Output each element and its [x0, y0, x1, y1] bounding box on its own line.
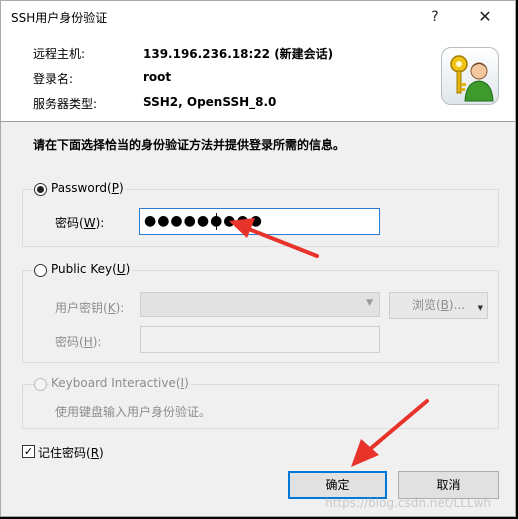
- title-bar: SSH用户身份验证 ? ✕: [1, 1, 515, 33]
- user-key-select[interactable]: ▼: [140, 292, 380, 317]
- publickey-radio-label[interactable]: Public Key(U): [49, 262, 133, 276]
- login-name-label: 登录名:: [33, 72, 74, 86]
- session-info-header: 远程主机: 139.196.236.18:22 (新建会话) 登录名: root…: [1, 33, 515, 121]
- key-password-input[interactable]: [140, 326, 380, 353]
- password-radio-label[interactable]: Password(P): [49, 181, 126, 195]
- header-separator: [1, 121, 515, 122]
- server-type-label: 服务器类型:: [33, 97, 98, 111]
- ok-button[interactable]: 确定: [288, 471, 387, 499]
- password-field-label: 密码(W):: [55, 216, 105, 230]
- login-name-value: root: [143, 70, 172, 84]
- key-user-icon: [441, 47, 499, 105]
- close-icon[interactable]: ✕: [467, 5, 503, 29]
- instruction-text: 请在下面选择恰当的身份验证方法并提供登录所需的信息。: [33, 138, 346, 152]
- check-icon: ✓: [23, 445, 34, 458]
- remote-host-label: 远程主机:: [33, 47, 86, 61]
- password-radio[interactable]: [34, 183, 47, 196]
- keyboard-interactive-label[interactable]: Keyboard Interactive(I): [49, 376, 191, 390]
- browse-button[interactable]: 浏览(B)... ▼: [389, 292, 488, 319]
- remember-password-checkbox[interactable]: ✓: [22, 445, 35, 458]
- user-key-label: 用户密钥(K):: [55, 301, 125, 315]
- browse-dropdown-icon: ▼: [477, 304, 483, 312]
- publickey-radio[interactable]: [34, 264, 47, 277]
- remote-host-value: 139.196.236.18:22 (新建会话): [143, 47, 334, 61]
- keyboard-interactive-description: 使用键盘输入用户身份验证。: [55, 405, 212, 419]
- key-password-label: 密码(H):: [55, 335, 102, 349]
- watermark-text: https://blog.csdn.net/LLLwh: [325, 496, 491, 510]
- server-type-value: SSH2, OpenSSH_8.0: [143, 95, 277, 109]
- remember-password-label[interactable]: 记住密码(R): [38, 444, 104, 461]
- password-value: ●●●●●●●●●: [144, 213, 263, 229]
- dropdown-arrow-icon: ▼: [366, 298, 373, 308]
- text-caret: [216, 213, 217, 230]
- ssh-auth-dialog: SSH用户身份验证 ? ✕ 远程主机: 139.196.236.18:22 (新…: [0, 0, 516, 517]
- keyboard-interactive-radio[interactable]: [34, 378, 47, 391]
- window-title: SSH用户身份验证: [11, 11, 108, 25]
- help-icon[interactable]: ?: [417, 5, 453, 29]
- cancel-button[interactable]: 取消: [398, 471, 499, 499]
- password-input[interactable]: ●●●●●●●●●: [139, 208, 380, 235]
